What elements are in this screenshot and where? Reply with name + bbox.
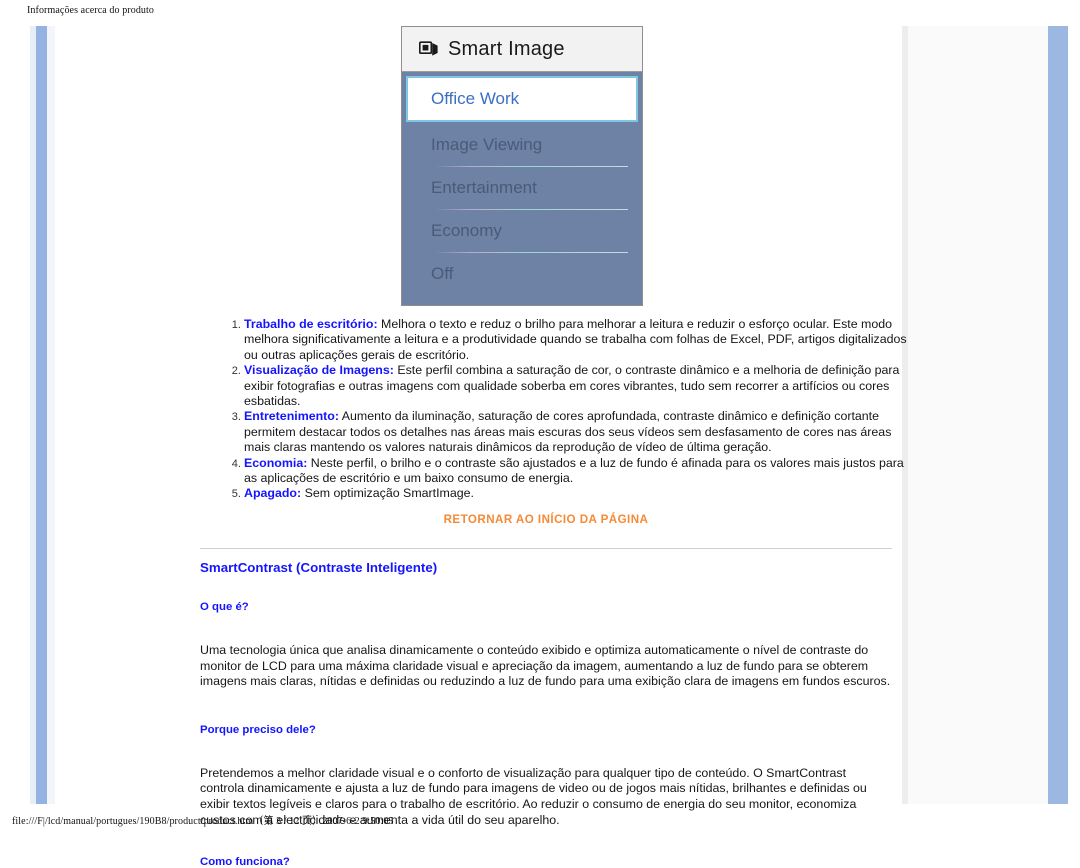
- smart-image-osd-panel: Smart Image Office Work Image Viewing En…: [401, 26, 643, 306]
- osd-title-label: Smart Image: [448, 37, 565, 60]
- osd-item-economy[interactable]: Economy: [406, 210, 638, 252]
- osd-item-list: Office Work Image Viewing Entertainment …: [402, 72, 642, 305]
- osd-item-off[interactable]: Off: [406, 253, 638, 295]
- osd-item-label: Off: [431, 264, 454, 283]
- feature-term: Apagado:: [244, 486, 302, 501]
- smartcontrast-heading: SmartContrast (Contraste Inteligente): [200, 560, 438, 575]
- how-it-works-heading: Como funciona?: [200, 856, 290, 868]
- osd-item-image-viewing[interactable]: Image Viewing: [406, 124, 638, 166]
- page-canvas: Smart Image Office Work Image Viewing En…: [30, 26, 1080, 868]
- what-is-it-body: Uma tecnologia única que analisa dinamic…: [200, 643, 891, 689]
- osd-item-office-work[interactable]: Office Work: [406, 76, 638, 122]
- list-item: Visualização de Imagens: Este perfil com…: [244, 363, 916, 409]
- list-item: Trabalho de escritório: Melhora o texto …: [244, 317, 916, 363]
- smartimage-feature-list: Trabalho de escritório: Melhora o texto …: [214, 317, 916, 502]
- print-footer-path: file:///F|/lcd/manual/portugues/190B8/pr…: [12, 816, 394, 827]
- list-item: Apagado: Sem optimização SmartImage.: [244, 486, 916, 501]
- osd-titlebar: Smart Image: [402, 27, 642, 72]
- osd-item-entertainment[interactable]: Entertainment: [406, 167, 638, 209]
- osd-item-label: Image Viewing: [431, 135, 543, 154]
- return-to-top-link[interactable]: RETORNAR AO INÍCIO DA PÁGINA: [200, 513, 892, 526]
- feature-text: Aumento da iluminação, saturação de core…: [244, 409, 892, 455]
- feature-term: Visualização de Imagens:: [244, 363, 394, 378]
- feature-text: Neste perfil, o brilho e o contraste são…: [244, 455, 904, 486]
- why-need-it-heading: Porque preciso dele?: [200, 723, 316, 736]
- list-item: Economia: Neste perfil, o brilho e o con…: [244, 456, 916, 487]
- feature-term: Trabalho de escritório:: [244, 317, 378, 331]
- right-rail-edge: [1068, 26, 1080, 804]
- osd-item-label: Economy: [431, 221, 502, 240]
- feature-term: Entretenimento:: [244, 409, 339, 424]
- left-rail-blue: [36, 26, 47, 804]
- list-item: Entretenimento: Aumento da iluminação, s…: [244, 409, 916, 455]
- section-divider: [200, 548, 892, 549]
- left-rail-pale: [47, 26, 55, 804]
- feature-term: Economia:: [244, 455, 308, 470]
- osd-item-label: Office Work: [431, 89, 520, 108]
- right-rail-blue: [1048, 26, 1068, 804]
- feature-text: Sem optimização SmartImage.: [301, 486, 474, 501]
- print-header-title: Informações acerca do produto: [27, 5, 155, 16]
- what-is-it-heading: O que é?: [200, 601, 249, 613]
- smart-image-icon: [419, 40, 438, 56]
- right-rail-pale: [908, 26, 1048, 804]
- osd-item-label: Entertainment: [431, 178, 537, 197]
